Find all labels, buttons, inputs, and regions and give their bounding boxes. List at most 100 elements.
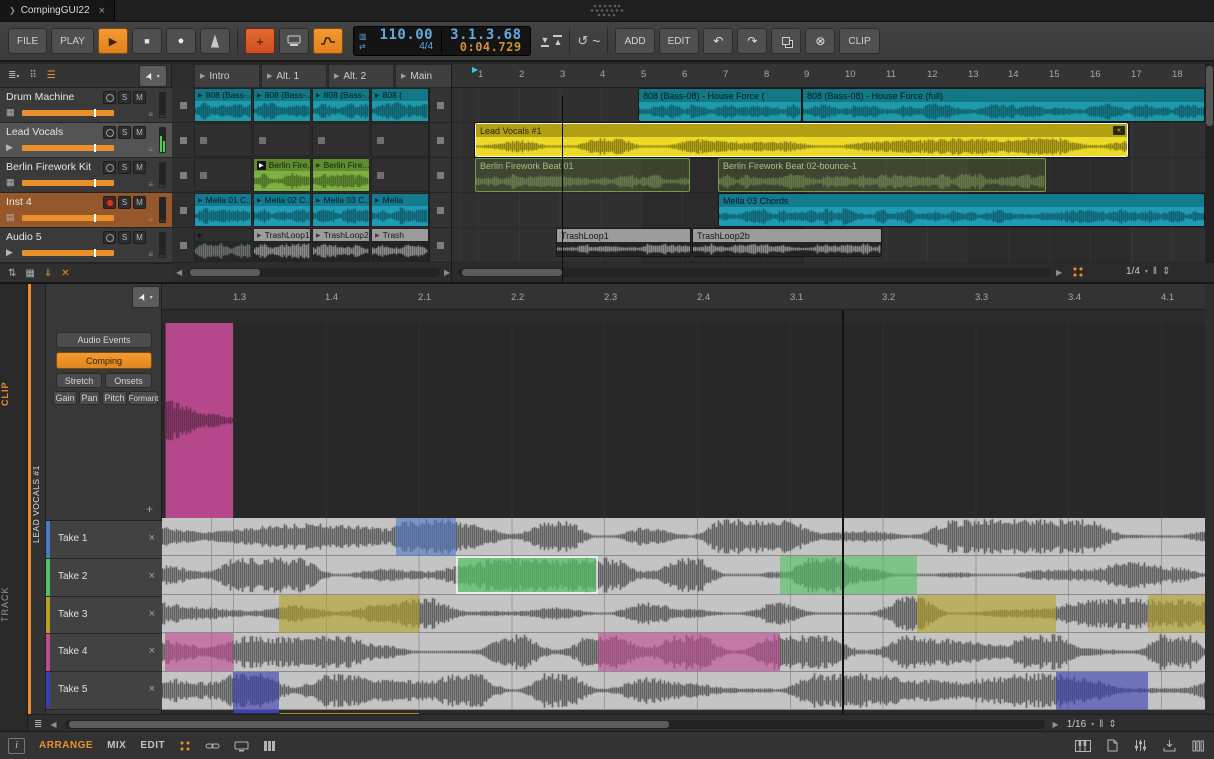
take-lane[interactable] [162,518,1205,556]
arranger-snap-control[interactable]: 1/4▾ ‖ ⇕ [1126,266,1170,277]
take-highlight-region[interactable] [917,595,1056,633]
tempo-value[interactable]: 110.00 [380,29,434,41]
clip-play-icon[interactable]: ▶ [257,232,262,239]
solo-button[interactable]: S [118,91,131,104]
stop-all-icon[interactable] [180,172,187,179]
clip-play-icon[interactable]: ▶ [316,197,321,204]
edit-menu-button[interactable]: EDIT [659,28,700,54]
timeline-scrollbar[interactable] [458,268,1050,277]
grid-view-icon[interactable]: ⠿ [29,70,36,81]
clip-stop-icon[interactable] [377,137,384,144]
stop-all-icon[interactable] [180,207,187,214]
file-menu-button[interactable]: FILE [8,28,47,54]
launcher-cell[interactable]: ▶Mella [371,193,429,227]
layers-icon[interactable]: ≣ [34,719,42,730]
comp-segment[interactable] [165,323,233,518]
track-volume-slider[interactable] [22,250,114,256]
scene-header[interactable]: ▶ Main [395,64,452,88]
editor-ruler[interactable]: 1.31.42.12.22.32.43.13.23.33.44.1 [162,284,1205,310]
launcher-clip[interactable]: ▶TrashLoop2b [313,229,369,261]
take-label-row[interactable]: Take 3 × [46,597,162,635]
track-volume-slider[interactable] [22,110,114,116]
download-tray-icon[interactable] [1163,739,1176,752]
row-stop-icon[interactable] [437,242,444,249]
record-arm-button[interactable] [103,126,116,139]
launcher-clip[interactable]: ▶Berlin Fire... [313,159,369,191]
arranger-clip[interactable]: Berlin Firework Beat 02-bounce-1 [718,158,1046,192]
track-name[interactable]: Drum Machine [6,91,74,103]
overdub-button[interactable]: + [245,28,275,54]
launcher-cell[interactable]: ▶Trash [371,228,429,262]
take-lane[interactable] [162,672,1205,710]
row-stop-icon[interactable] [437,207,444,214]
track-row[interactable]: Drum Machine ▦ S M ≡ [0,88,172,123]
arranger-vertical-scrollbar[interactable] [1205,64,1214,263]
row-stop-icon[interactable] [437,172,444,179]
take-highlight-region[interactable] [396,518,456,556]
track-menu-icon[interactable]: ≡ [148,110,153,119]
solo-button[interactable]: S [118,231,131,244]
stop-all-icon[interactable] [180,137,187,144]
editor-body[interactable] [162,310,1205,714]
row-stop-icon[interactable] [437,137,444,144]
scene-play-icon[interactable]: ▶ [334,72,339,80]
record-button[interactable]: ● [166,28,196,54]
clip-play-icon[interactable]: ▶ [257,92,262,99]
take-label-row[interactable]: Take 4 × [46,634,162,672]
row-stop-icon[interactable] [437,102,444,109]
take-name[interactable]: Take 4 [58,646,87,657]
take-highlight-region[interactable] [780,556,917,594]
take-name[interactable]: Take 2 [58,571,87,582]
launcher-clip[interactable]: ▶808 (Bass-... [195,89,251,121]
launcher-cell[interactable] [371,123,429,157]
launcher-clip[interactable]: ▶Mella [372,194,428,226]
launcher-clip[interactable]: ▶TrashLoop1 [254,229,310,261]
take-delete-icon[interactable]: × [149,570,155,582]
scroll-right-icon[interactable]: ▶ [444,268,450,277]
arranger-clip[interactable]: Berlin Firework Beat 01 [475,158,690,192]
onsets-button[interactable]: Onsets [105,373,152,388]
launcher-cell[interactable]: ▶Mella 01 C... [194,193,252,227]
scene-play-icon[interactable]: ▶ [401,72,406,80]
solo-button[interactable]: S [118,161,131,174]
clip-play-icon[interactable]: ▶ [316,92,321,99]
take-name[interactable]: Take 3 [58,609,87,620]
take-delete-icon[interactable]: × [149,645,155,657]
tab-clip[interactable]: CLIP [0,364,28,424]
track-menu-icon[interactable]: ≡ [148,215,153,224]
arranger-clip[interactable]: 808 (Bass-08) - House Force ( [638,88,802,122]
beat-grid-icon[interactable] [1072,266,1084,278]
playhead[interactable] [562,96,563,282]
clip-play-icon[interactable]: ▶ [316,162,321,169]
clip-play-icon[interactable]: ▶ [316,232,321,239]
editor-scrollbar[interactable] [65,720,1045,729]
add-button[interactable]: ADD [615,28,654,54]
tab-arrange[interactable]: ARRANGE [39,740,93,751]
document-icon[interactable] [1107,739,1118,752]
arranger-clip[interactable]: Lead Vocals #1 « [475,123,1128,157]
track-menu-icon[interactable]: ≡ [148,145,153,154]
take-highlight-region[interactable] [233,672,279,710]
clip-fold-icon[interactable]: « [1113,126,1125,135]
tab-edit[interactable]: EDIT [140,740,165,751]
snap-mode-icon[interactable]: ‖ [1153,266,1157,277]
arranger-clip[interactable]: Mella 03 Chords [718,193,1205,227]
take-highlight-region[interactable] [598,633,780,671]
launcher-cell[interactable]: ▶Mella 02 C... [253,193,311,227]
mute-button[interactable]: M [133,126,146,139]
launcher-cell[interactable]: ▶TrashLoop1 [253,228,311,262]
stop-button[interactable]: ■ [132,28,162,54]
scroll-right-icon[interactable]: ▶ [1053,720,1059,729]
project-tab[interactable]: ❯ CompingGUI22 × [0,0,115,21]
track-menu-icon[interactable]: ≡ [148,180,153,189]
mixer-icon[interactable] [1134,739,1147,752]
gain-button[interactable]: Gain [53,391,77,405]
track-name[interactable]: Lead Vocals [6,126,63,138]
take-label-row[interactable]: Take 5 × [46,672,162,710]
launcher-cell[interactable]: ▶808 (Bass-... [194,88,252,122]
tab-track[interactable]: TRACK [0,574,28,634]
clip-stop-icon[interactable] [318,137,325,144]
scene-play-icon[interactable]: ▶ [200,72,205,80]
record-arm-button[interactable] [103,161,116,174]
launcher-cell[interactable]: ▶Berlin Fire... [253,158,311,192]
